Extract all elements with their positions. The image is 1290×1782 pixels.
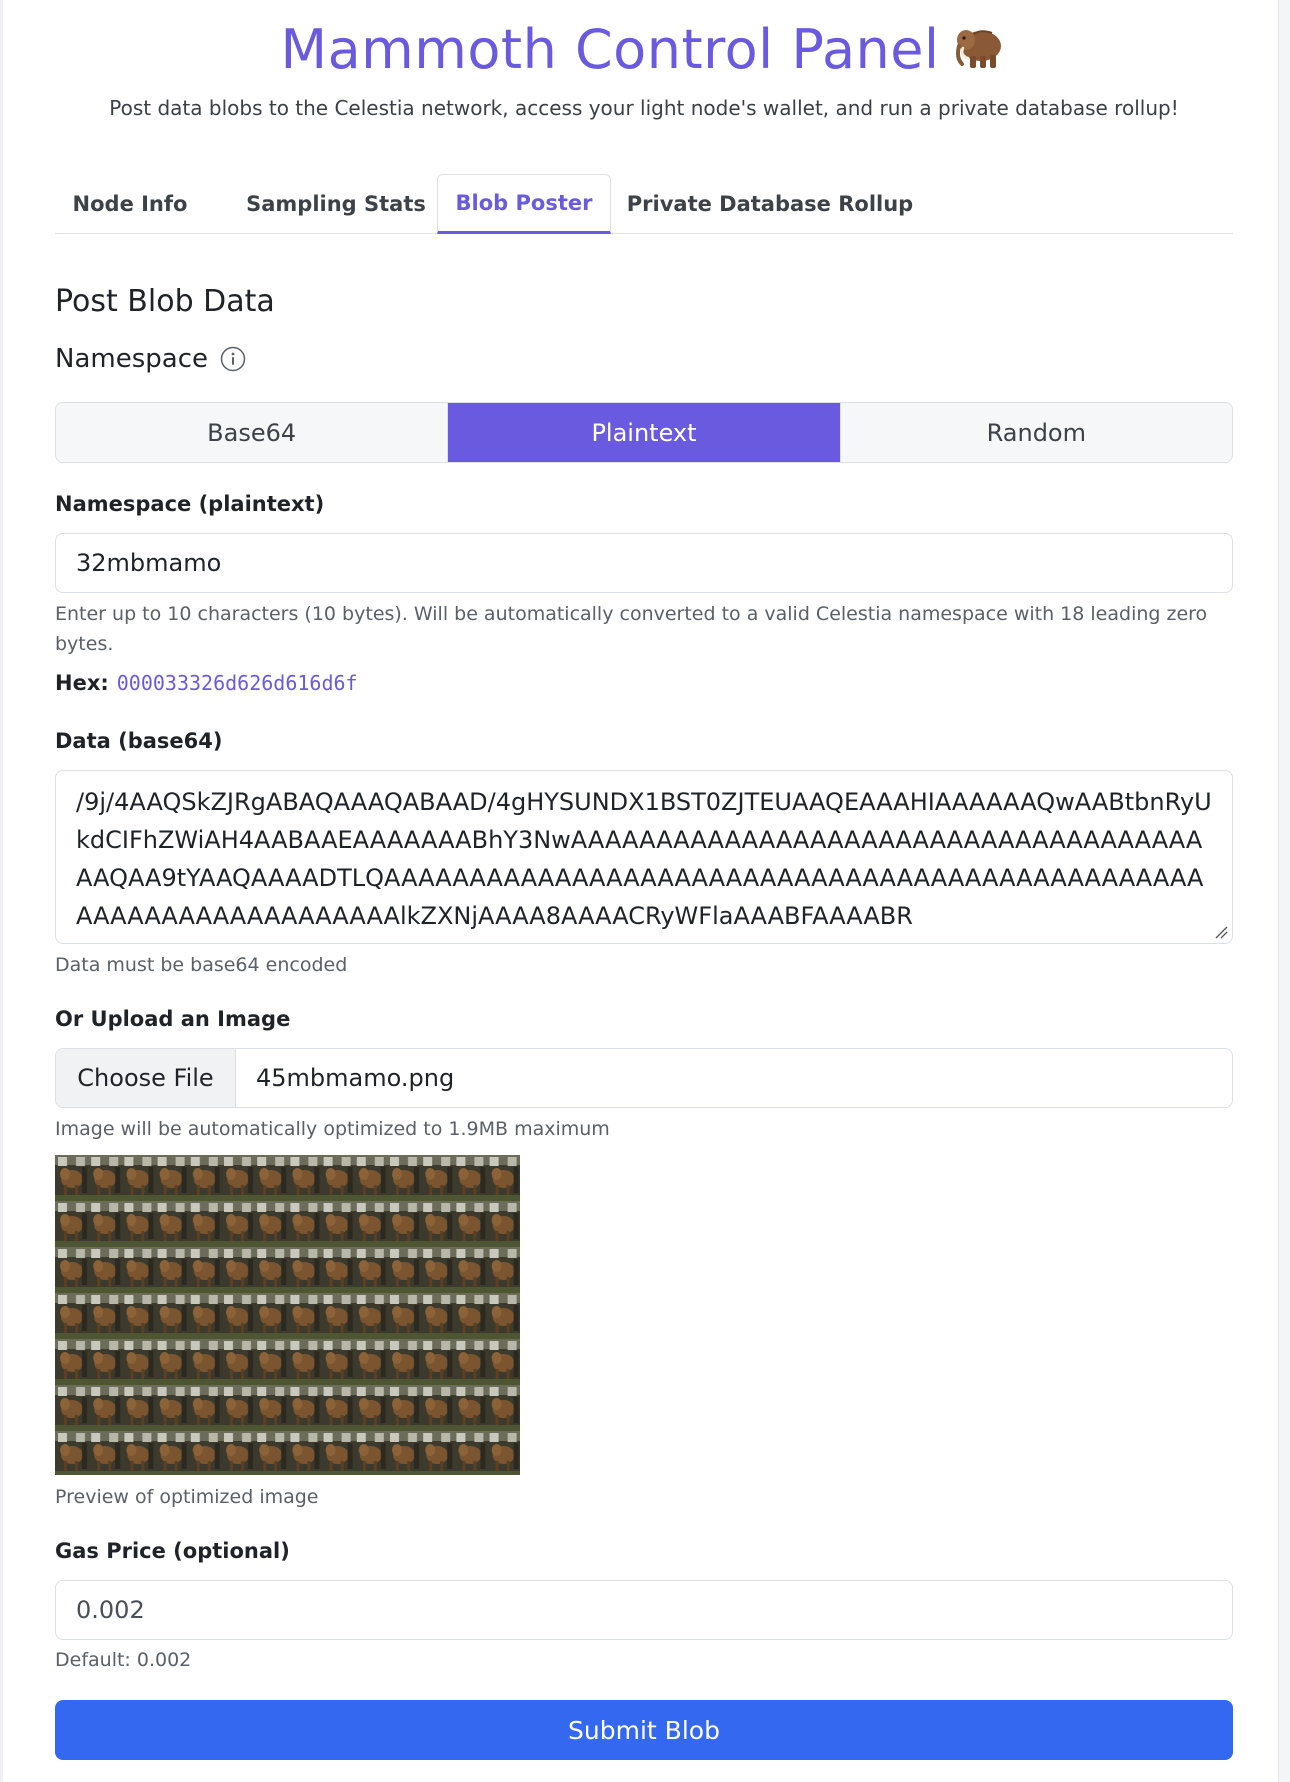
page-subtitle: Post data blobs to the Celestia network,… bbox=[109, 96, 1179, 120]
namespace-mode-plaintext[interactable]: Plaintext bbox=[448, 403, 841, 462]
page: Mammoth Control Panel Post data blobs to… bbox=[0, 0, 1290, 1782]
mammoth-icon bbox=[955, 30, 1001, 68]
section-title: Post Blob Data bbox=[55, 284, 275, 319]
tab-node-info[interactable]: Node Info bbox=[55, 174, 205, 234]
info-icon[interactable] bbox=[220, 346, 246, 372]
title-row: Mammoth Control Panel bbox=[55, 14, 1233, 86]
image-preview bbox=[55, 1155, 520, 1475]
namespace-input[interactable]: 32mbmamo bbox=[55, 533, 1233, 593]
data-textarea-value: /9j/4AAQSkZJRgABAQAAAQABAAD/4gHYSUNDX1BS… bbox=[76, 788, 1212, 930]
upload-help: Image will be automatically optimized to… bbox=[55, 1118, 610, 1140]
preview-caption: Preview of optimized image bbox=[55, 1486, 319, 1508]
gas-help: Default: 0.002 bbox=[55, 1649, 192, 1671]
namespace-heading-text: Namespace bbox=[55, 344, 208, 374]
gas-label: Gas Price (optional) bbox=[55, 1539, 290, 1563]
submit-blob-button[interactable]: Submit Blob bbox=[55, 1700, 1233, 1760]
namespace-mode-selector: Base64 Plaintext Random bbox=[55, 402, 1233, 463]
resize-grip-icon[interactable] bbox=[1214, 925, 1228, 939]
file-name: 45mbmamo.png bbox=[256, 1064, 455, 1092]
namespace-mode-base64[interactable]: Base64 bbox=[56, 403, 449, 462]
namespace-help: Enter up to 10 characters (10 bytes). Wi… bbox=[55, 603, 1208, 655]
data-help: Data must be base64 encoded bbox=[55, 954, 348, 976]
data-textarea[interactable]: /9j/4AAQSkZJRgABAQAAAQABAAD/4gHYSUNDX1BS… bbox=[55, 770, 1233, 944]
hex-row: Hex: 000033326d626d616d6f bbox=[55, 671, 358, 695]
upload-label: Or Upload an Image bbox=[55, 1007, 291, 1031]
tab-bar: Node Info Sampling Stats Blob Poster Pri… bbox=[55, 174, 1233, 234]
page-title: Mammoth Control Panel bbox=[280, 18, 940, 81]
scrollbar[interactable] bbox=[1278, 0, 1290, 1782]
hex-label: Hex: bbox=[55, 671, 109, 695]
choose-file-button[interactable]: Choose File bbox=[56, 1049, 236, 1107]
file-input[interactable]: Choose File 45mbmamo.png bbox=[55, 1048, 1233, 1108]
namespace-heading: Namespace bbox=[55, 344, 246, 374]
gas-price-input[interactable]: 0.002 bbox=[55, 1580, 1233, 1640]
hex-value: 000033326d626d616d6f bbox=[116, 671, 358, 695]
tab-blob-poster[interactable]: Blob Poster bbox=[437, 174, 611, 234]
namespace-mode-random[interactable]: Random bbox=[841, 403, 1232, 462]
left-edge bbox=[0, 0, 3, 1782]
tab-sampling-stats[interactable]: Sampling Stats bbox=[230, 174, 442, 234]
namespace-label: Namespace (plaintext) bbox=[55, 492, 325, 516]
tab-private-database-rollup[interactable]: Private Database Rollup bbox=[625, 174, 915, 234]
data-label: Data (base64) bbox=[55, 729, 223, 753]
